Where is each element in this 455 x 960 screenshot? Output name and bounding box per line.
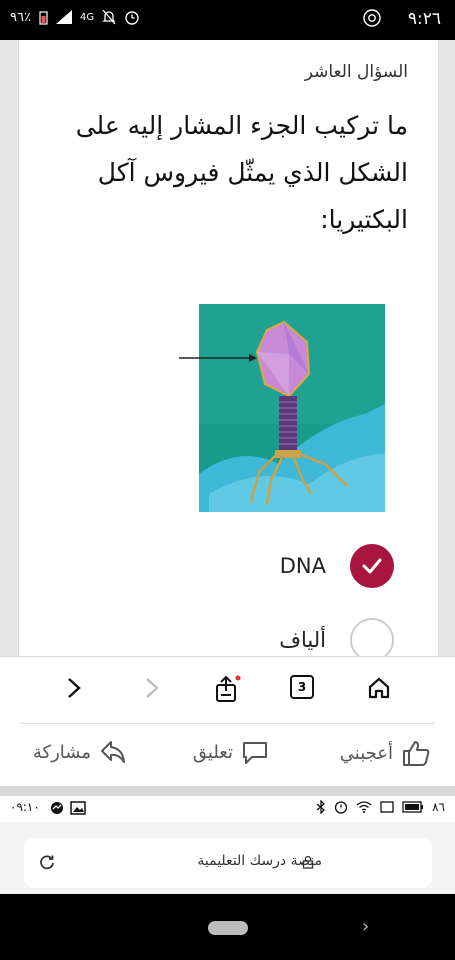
browser-address-area: منصة درسك التعليمية xyxy=(0,822,455,894)
wifi-icon xyxy=(356,801,372,813)
status-time: ٩:٢٦ xyxy=(407,9,441,29)
thumbs-up-icon xyxy=(403,741,430,766)
address-bar[interactable]: منصة درسك التعليمية xyxy=(24,838,432,888)
battery-icon-2 xyxy=(402,801,424,813)
status-left-icons: ٩٦٪ 4G xyxy=(10,9,140,25)
option-dna-label: DNA xyxy=(279,554,326,578)
like-label: أعجبني xyxy=(339,742,393,764)
system-nav-bar: › xyxy=(0,894,455,960)
bottom-toolbar: 3 أعجبني تعليق مشاركة xyxy=(0,656,455,787)
status-bar: ٩٦٪ 4G ٩:٢٦ xyxy=(0,0,455,40)
status-bar-2: ٠٩:١٠ ٨٦ xyxy=(0,796,455,822)
share-upload-icon[interactable] xyxy=(212,675,242,703)
nav-forward-icon[interactable]: › xyxy=(362,916,369,937)
status-right-icons: ٨٦ xyxy=(316,800,445,814)
home-icon[interactable] xyxy=(366,675,392,701)
check-icon xyxy=(362,558,382,574)
like-button[interactable]: أعجبني xyxy=(340,739,431,767)
signal-icon xyxy=(55,10,72,24)
chrome-icon xyxy=(363,9,381,27)
question-number: السؤال العاشر xyxy=(304,62,408,82)
comment-icon xyxy=(243,742,267,764)
option-dna-radio[interactable] xyxy=(350,544,394,588)
battery-text: ٩٦٪ xyxy=(10,9,31,25)
battery-text-2: ٨٦ xyxy=(432,800,445,814)
messenger-icon xyxy=(51,802,63,814)
reload-icon[interactable] xyxy=(38,853,56,871)
bluetooth-icon xyxy=(316,800,326,814)
status-time-2: ٠٩:١٠ xyxy=(10,800,40,814)
option-fibers-label: ألياف xyxy=(279,628,326,652)
option-dna[interactable]: DNA xyxy=(280,544,394,588)
divider-strip xyxy=(0,786,455,796)
image-icon xyxy=(70,801,86,815)
comment-button[interactable]: تعليق xyxy=(193,739,269,765)
comment-label: تعليق xyxy=(192,741,233,763)
battery-icon xyxy=(39,10,48,25)
nav-row: 3 xyxy=(0,675,455,705)
bacteriophage-image xyxy=(179,304,385,512)
home-pill[interactable] xyxy=(208,921,248,935)
forward-icon[interactable] xyxy=(142,675,162,701)
share-button[interactable]: مشاركة xyxy=(33,739,127,765)
toolbar-divider xyxy=(20,723,435,724)
alarm-icon xyxy=(125,11,139,25)
share-label: مشاركة xyxy=(32,741,91,763)
back-icon[interactable] xyxy=(64,675,84,701)
question-text: ما تركيب الجزء المشار إليه على الشكل الذ… xyxy=(75,111,408,234)
page-count: 3 xyxy=(297,680,307,694)
site-name: منصة درسك التعليمية xyxy=(197,853,322,869)
alarm-icon-2 xyxy=(334,801,348,814)
network-text: 4G xyxy=(79,11,95,23)
cast-icon xyxy=(380,801,394,813)
bell-off-icon xyxy=(102,9,116,25)
share-arrow-icon xyxy=(101,741,125,763)
page-count-button[interactable]: 3 xyxy=(290,675,314,699)
question-card: السؤال العاشر ما تركيب الجزء المشار إليه… xyxy=(18,40,439,662)
